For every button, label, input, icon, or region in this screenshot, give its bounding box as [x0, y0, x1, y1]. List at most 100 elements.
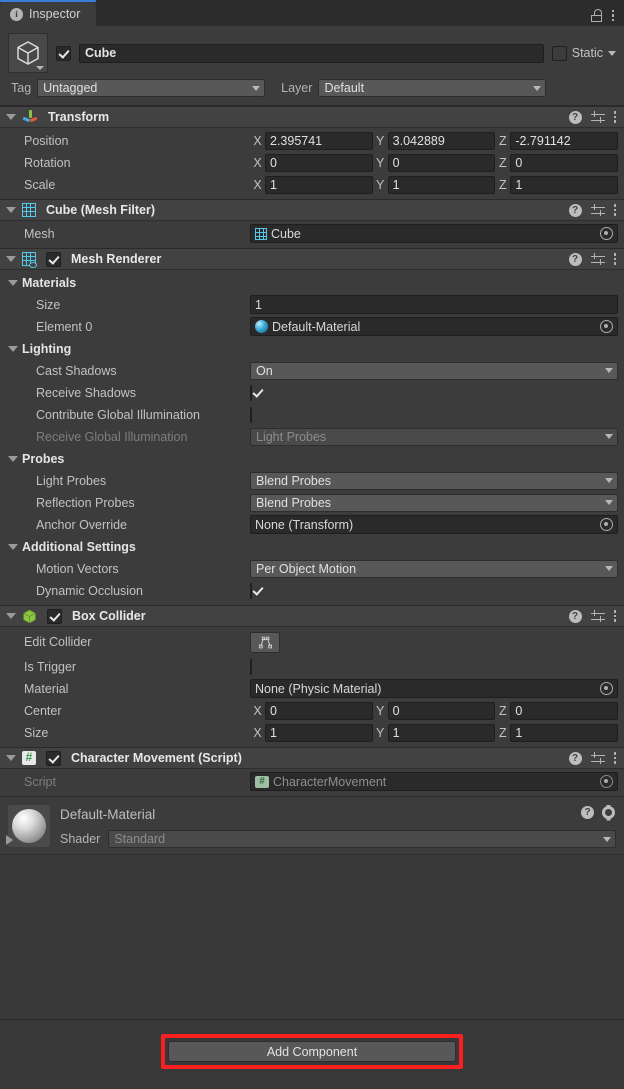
contribute-gi-checkbox[interactable]	[250, 406, 252, 423]
light-probes-dropdown[interactable]: Blend Probes	[250, 471, 618, 490]
position-z-input[interactable]: -2.791142	[510, 131, 619, 150]
component-body-box-collider: Edit Collider Is Trigger Material None (…	[0, 627, 624, 747]
reflection-probes-dropdown[interactable]: Blend Probes	[250, 493, 618, 512]
rotation-y-input[interactable]: 0	[387, 153, 496, 172]
layer-dropdown[interactable]: Default	[318, 79, 547, 97]
kebab-menu-icon[interactable]	[613, 204, 616, 216]
info-icon: i	[10, 7, 23, 21]
dynamic-occlusion-checkbox[interactable]	[250, 582, 252, 599]
scale-y-input[interactable]: 1	[387, 175, 496, 194]
component-header-box-collider[interactable]: Box Collider ?	[0, 605, 624, 627]
component-title-box-collider: Box Collider	[72, 609, 146, 623]
object-picker-icon[interactable]	[600, 320, 613, 333]
kebab-menu-icon[interactable]	[611, 9, 614, 22]
chevron-down-icon	[605, 368, 613, 373]
character-movement-enabled-checkbox[interactable]	[46, 750, 61, 766]
scale-z-input[interactable]: 1	[510, 175, 619, 194]
preset-icon[interactable]	[590, 111, 605, 124]
anchor-override-object-field[interactable]: None (Transform)	[250, 515, 618, 534]
object-picker-icon[interactable]	[600, 227, 613, 240]
foldout-triangle-icon[interactable]	[6, 613, 16, 619]
mesh-renderer-enabled-checkbox[interactable]	[46, 251, 61, 267]
gameobject-cube-icon[interactable]	[8, 33, 48, 73]
tag-dropdown[interactable]: Untagged	[37, 79, 266, 97]
object-picker-icon[interactable]	[600, 518, 613, 531]
gameobject-tag-layer-row: Tag Untagged Layer Default	[8, 79, 616, 97]
gameobject-enabled-checkbox[interactable]	[56, 45, 71, 61]
cast-shadows-dropdown[interactable]: On	[250, 361, 618, 380]
collider-size-label: Size	[24, 725, 49, 740]
scale-x-input[interactable]: 1	[265, 175, 373, 194]
collider-size-z-input[interactable]: 1	[510, 723, 619, 742]
component-header-mesh-renderer[interactable]: Mesh Renderer ?	[0, 248, 624, 270]
static-dropdown-caret-icon[interactable]	[608, 50, 616, 56]
csharp-script-asset-icon: #	[255, 775, 269, 788]
component-header-character-movement[interactable]: # Character Movement (Script) ?	[0, 747, 624, 769]
foldout-triangle-icon[interactable]	[8, 543, 18, 550]
materials-foldout[interactable]: Materials	[0, 273, 624, 292]
shader-dropdown[interactable]: Standard	[108, 830, 616, 848]
collider-size-y-input[interactable]: 1	[387, 723, 496, 742]
component-header-transform[interactable]: Transform ?	[0, 106, 624, 128]
rotation-label: Rotation	[24, 155, 71, 170]
help-icon[interactable]: ?	[568, 110, 582, 124]
collider-center-z-input[interactable]: 0	[510, 701, 619, 720]
tab-strip: i Inspector	[0, 0, 624, 26]
kebab-menu-icon[interactable]	[613, 752, 616, 764]
help-icon[interactable]: ?	[568, 252, 582, 266]
tab-inspector[interactable]: i Inspector	[0, 0, 97, 26]
collider-center-y-input[interactable]: 0	[387, 701, 496, 720]
triangle-right-icon[interactable]	[6, 835, 13, 845]
preset-icon[interactable]	[590, 610, 605, 623]
foldout-triangle-icon[interactable]	[6, 256, 16, 262]
box-collider-green-cube-icon	[22, 609, 37, 624]
help-icon[interactable]: ?	[568, 609, 582, 623]
probes-foldout[interactable]: Probes	[0, 449, 624, 468]
preset-icon[interactable]	[590, 253, 605, 266]
kebab-menu-icon[interactable]	[613, 610, 616, 622]
gameobject-name-input[interactable]: Cube	[79, 43, 544, 63]
materials-element0-object-field[interactable]: Default-Material	[250, 317, 618, 336]
rotation-z-input[interactable]: 0	[510, 153, 619, 172]
foldout-triangle-icon[interactable]	[8, 279, 18, 286]
motion-vectors-value: Per Object Motion	[256, 561, 357, 576]
add-component-button[interactable]: Add Component	[168, 1041, 456, 1062]
foldout-triangle-icon[interactable]	[8, 455, 18, 462]
foldout-triangle-icon[interactable]	[6, 207, 16, 213]
edit-collider-button[interactable]	[250, 631, 280, 653]
additional-settings-foldout[interactable]: Additional Settings	[0, 537, 624, 556]
physic-material-object-field[interactable]: None (Physic Material)	[250, 679, 618, 698]
box-collider-enabled-checkbox[interactable]	[47, 608, 62, 624]
mesh-renderer-icon	[22, 252, 37, 268]
lock-open-icon[interactable]	[590, 9, 603, 22]
preset-icon[interactable]	[590, 204, 605, 217]
mesh-object-field[interactable]: Cube	[250, 224, 618, 243]
static-checkbox[interactable]	[551, 45, 567, 61]
kebab-menu-icon[interactable]	[613, 253, 616, 265]
foldout-triangle-icon[interactable]	[6, 114, 16, 120]
help-icon[interactable]: ?	[568, 751, 582, 765]
dynamic-occlusion-label: Dynamic Occlusion	[36, 583, 143, 598]
foldout-triangle-icon[interactable]	[6, 755, 16, 761]
preset-icon[interactable]	[590, 752, 605, 765]
materials-size-input[interactable]: 1	[250, 295, 618, 314]
lighting-foldout[interactable]: Lighting	[0, 339, 624, 358]
component-header-mesh-filter[interactable]: Cube (Mesh Filter) ?	[0, 199, 624, 221]
script-object-field: # CharacterMovement	[250, 772, 618, 791]
foldout-triangle-icon[interactable]	[8, 345, 18, 352]
kebab-menu-icon[interactable]	[613, 111, 616, 123]
receive-shadows-checkbox[interactable]	[250, 384, 252, 401]
is-trigger-checkbox[interactable]	[250, 658, 252, 675]
help-icon[interactable]: ?	[581, 806, 594, 819]
static-control[interactable]: Static	[551, 45, 616, 61]
motion-vectors-dropdown[interactable]: Per Object Motion	[250, 559, 618, 578]
object-picker-icon[interactable]	[600, 682, 613, 695]
help-icon[interactable]: ?	[568, 203, 582, 217]
collider-size-x-input[interactable]: 1	[265, 723, 373, 742]
rotation-x-input[interactable]: 0	[265, 153, 373, 172]
component-body-transform: Position X 2.395741 Y 3.042889 Z -2.7911…	[0, 128, 624, 199]
collider-center-x-input[interactable]: 0	[265, 701, 373, 720]
position-x-input[interactable]: 2.395741	[265, 131, 373, 150]
gear-icon[interactable]	[602, 806, 615, 819]
position-y-input[interactable]: 3.042889	[387, 131, 496, 150]
